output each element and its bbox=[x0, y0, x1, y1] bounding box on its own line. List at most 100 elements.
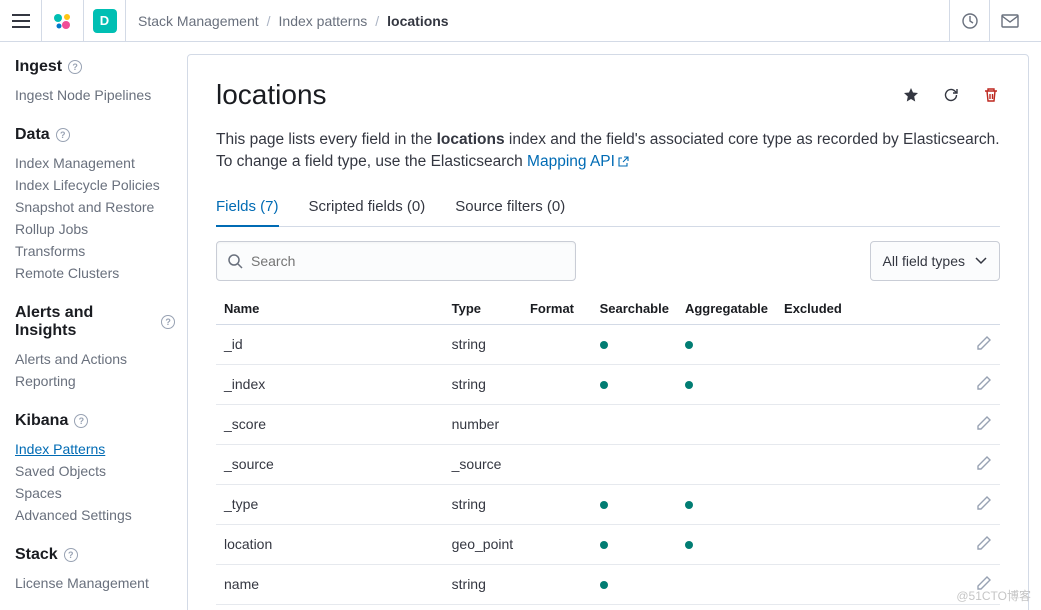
sidebar-section: Ingest? Ingest Node Pipelines bbox=[15, 58, 175, 106]
table-cell bbox=[961, 524, 1000, 564]
tab[interactable]: Scripted fields (0) bbox=[309, 198, 426, 227]
fields-table: NameTypeFormatSearchableAggregatableExcl… bbox=[216, 293, 1000, 605]
panel-actions bbox=[902, 86, 1000, 104]
breadcrumb-item[interactable]: Index patterns bbox=[279, 13, 368, 29]
column-header[interactable]: Name bbox=[216, 293, 444, 325]
sidebar-item[interactable]: Index Management bbox=[15, 152, 175, 174]
table-row: _typestring bbox=[216, 484, 1000, 524]
table-cell bbox=[776, 484, 961, 524]
sidebar-item[interactable]: Index Patterns bbox=[15, 438, 175, 460]
edit-field-button[interactable] bbox=[976, 375, 992, 391]
sidebar-item[interactable]: Spaces bbox=[15, 482, 175, 504]
table-cell bbox=[592, 524, 677, 564]
column-header[interactable]: Type bbox=[444, 293, 522, 325]
sidebar-item[interactable]: Reporting bbox=[15, 370, 175, 392]
breadcrumb-item[interactable]: Stack Management bbox=[138, 13, 259, 29]
table-cell: string bbox=[444, 324, 522, 364]
panel-description: This page lists every field in the locat… bbox=[216, 129, 1000, 174]
edit-field-button[interactable] bbox=[976, 535, 992, 551]
table-cell: _type bbox=[216, 484, 444, 524]
sidebar-item[interactable]: Index Lifecycle Policies bbox=[15, 174, 175, 196]
table-cell bbox=[522, 564, 592, 604]
table-cell bbox=[776, 404, 961, 444]
space-selector[interactable]: D bbox=[84, 0, 126, 42]
table-cell: name bbox=[216, 564, 444, 604]
breadcrumb-separator: / bbox=[375, 13, 379, 29]
sidebar-item[interactable]: Saved Objects bbox=[15, 460, 175, 482]
column-header[interactable]: Aggregatable bbox=[677, 293, 776, 325]
set-default-button[interactable] bbox=[902, 86, 920, 104]
table-cell bbox=[677, 444, 776, 484]
help-icon[interactable]: ? bbox=[161, 315, 175, 329]
sidebar-item[interactable]: Rollup Jobs bbox=[15, 218, 175, 240]
field-type-dropdown[interactable]: All field types bbox=[870, 241, 1000, 281]
toolbar: All field types bbox=[216, 241, 1000, 281]
table-header-row: NameTypeFormatSearchableAggregatableExcl… bbox=[216, 293, 1000, 325]
table-row: _indexstring bbox=[216, 364, 1000, 404]
sidebar-item[interactable]: Alerts and Actions bbox=[15, 348, 175, 370]
layout: Ingest? Ingest Node Pipelines Data? Index M… bbox=[0, 42, 1041, 610]
sidebar-item[interactable]: Remote Clusters bbox=[15, 262, 175, 284]
column-header[interactable]: Format bbox=[522, 293, 592, 325]
sidebar-heading: Ingest? bbox=[15, 58, 175, 76]
tab[interactable]: Fields (7) bbox=[216, 198, 279, 227]
table-cell bbox=[776, 564, 961, 604]
table-cell bbox=[677, 484, 776, 524]
edit-field-button[interactable] bbox=[976, 455, 992, 471]
dot-icon bbox=[600, 501, 608, 509]
sidebar-item[interactable]: Snapshot and Restore bbox=[15, 196, 175, 218]
sidebar-item[interactable]: License Management bbox=[15, 572, 175, 594]
table-cell bbox=[592, 564, 677, 604]
sidebar-section: Kibana? Index PatternsSaved ObjectsSpaces… bbox=[15, 412, 175, 526]
dot-icon bbox=[685, 381, 693, 389]
tab[interactable]: Source filters (0) bbox=[455, 198, 565, 227]
space-badge: D bbox=[93, 9, 117, 33]
sidebar-item[interactable]: Ingest Node Pipelines bbox=[15, 84, 175, 106]
help-icon[interactable]: ? bbox=[68, 60, 82, 74]
trash-icon bbox=[983, 87, 999, 103]
dot-icon bbox=[685, 341, 693, 349]
table-cell bbox=[677, 404, 776, 444]
table-cell: geo_point bbox=[444, 524, 522, 564]
refresh-button[interactable] bbox=[942, 86, 960, 104]
delete-button[interactable] bbox=[982, 86, 1000, 104]
table-cell: _score bbox=[216, 404, 444, 444]
table-cell bbox=[592, 364, 677, 404]
sidebar-item[interactable]: Transforms bbox=[15, 240, 175, 262]
column-header[interactable] bbox=[961, 293, 1000, 325]
mapping-api-link[interactable]: Mapping API bbox=[527, 153, 630, 170]
mail-icon bbox=[1001, 14, 1019, 28]
search-box[interactable] bbox=[216, 241, 576, 281]
edit-field-button[interactable] bbox=[976, 335, 992, 351]
table-cell bbox=[677, 364, 776, 404]
sidebar-heading: Data? bbox=[15, 126, 175, 144]
sidebar-item[interactable]: Advanced Settings bbox=[15, 504, 175, 526]
header-right bbox=[949, 0, 1029, 42]
table-cell bbox=[522, 484, 592, 524]
table-cell bbox=[592, 324, 677, 364]
search-input[interactable] bbox=[251, 253, 565, 269]
column-header[interactable]: Searchable bbox=[592, 293, 677, 325]
table-cell bbox=[961, 484, 1000, 524]
edit-field-button[interactable] bbox=[976, 415, 992, 431]
newsfeed-button[interactable] bbox=[949, 0, 989, 42]
dropdown-label: All field types bbox=[883, 253, 965, 269]
elastic-logo[interactable] bbox=[42, 0, 84, 42]
refresh-icon bbox=[943, 87, 959, 103]
edit-field-button[interactable] bbox=[976, 495, 992, 511]
help-icon[interactable]: ? bbox=[56, 128, 70, 142]
table-cell bbox=[776, 364, 961, 404]
help-icon[interactable]: ? bbox=[64, 548, 78, 562]
column-header[interactable]: Excluded bbox=[776, 293, 961, 325]
table-cell: _id bbox=[216, 324, 444, 364]
menu-toggle-button[interactable] bbox=[0, 0, 42, 42]
breadcrumbs: Stack Management / Index patterns / loca… bbox=[126, 13, 449, 29]
table-cell bbox=[677, 524, 776, 564]
table-cell bbox=[961, 404, 1000, 444]
breadcrumb-separator: / bbox=[267, 13, 271, 29]
mail-button[interactable] bbox=[989, 0, 1029, 42]
watermark: @51CTO博客 bbox=[956, 587, 1031, 604]
sidebar-heading: Kibana? bbox=[15, 412, 175, 430]
help-icon[interactable]: ? bbox=[74, 414, 88, 428]
table-cell bbox=[677, 564, 776, 604]
